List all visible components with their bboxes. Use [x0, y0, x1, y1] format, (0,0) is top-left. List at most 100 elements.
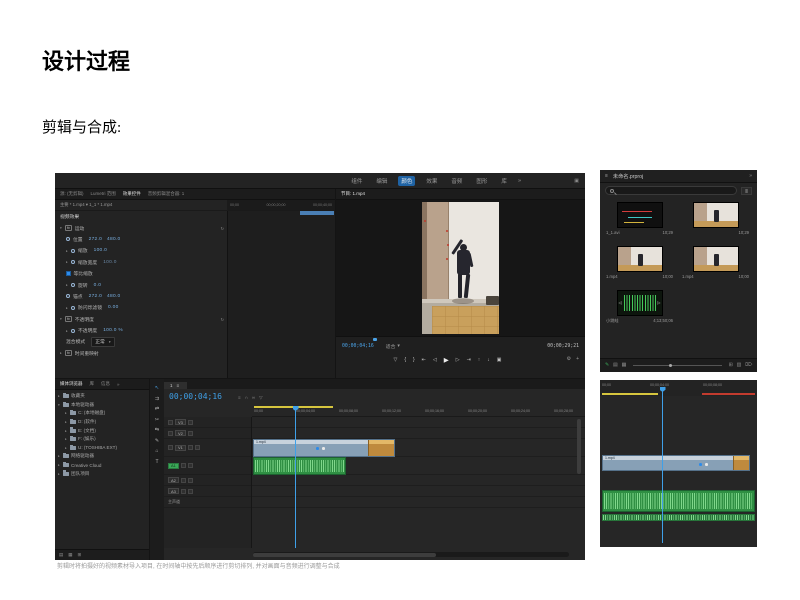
track-label[interactable]: V2: [175, 430, 186, 436]
track-lock-icon[interactable]: [168, 445, 173, 450]
track-label-targeted[interactable]: A1: [168, 462, 179, 469]
track-mute-icon[interactable]: [180, 477, 186, 483]
track-lock-icon[interactable]: [168, 430, 173, 436]
clip-thumbnail-audio[interactable]: ◁ ▷: [616, 290, 663, 316]
reset-icon[interactable]: ↻: [221, 317, 224, 322]
panel-menu-icon[interactable]: ≡: [177, 383, 180, 388]
tree-item-drive-c[interactable]: ▸ C: (本地磁盘): [55, 409, 149, 418]
workspace-tab[interactable]: 效果: [423, 176, 440, 186]
track-sync-icon[interactable]: [194, 445, 200, 450]
icon-view-icon[interactable]: ▦: [68, 552, 72, 558]
track-visibility-icon[interactable]: [187, 419, 193, 425]
reset-icon[interactable]: ↻: [221, 226, 224, 231]
zoom-slider[interactable]: [633, 363, 722, 367]
tab-program-monitor[interactable]: 节目: 1.mp4: [341, 191, 365, 197]
work-area-bar[interactable]: [602, 393, 658, 395]
workspace-tab[interactable]: 组件: [348, 176, 365, 186]
prop-scale[interactable]: ▸ 缩放 100.0: [55, 245, 227, 256]
tree-item-team-projects[interactable]: ▸ 团队项目: [55, 469, 149, 478]
stopwatch-icon[interactable]: [66, 237, 70, 242]
track-header-v2[interactable]: V2: [164, 428, 251, 439]
slip-tool-icon[interactable]: ⇆: [155, 427, 159, 433]
track-select-tool-icon[interactable]: ⇉: [155, 396, 159, 402]
track-label[interactable]: V1: [175, 444, 186, 451]
scrollbar-thumb[interactable]: [253, 552, 437, 557]
prop-value[interactable]: 272.0 480.0: [89, 294, 121, 299]
trash-icon[interactable]: ⌦: [745, 363, 752, 368]
current-timecode[interactable]: 00;00;04;16: [342, 344, 374, 349]
project-item-audio[interactable]: ◁ ▷ 小跳蛙 4;13;50;06: [603, 290, 676, 324]
clip-thumbnail-video[interactable]: [692, 246, 739, 272]
stopwatch-icon[interactable]: [66, 294, 70, 299]
add-marker-icon[interactable]: ▽: [259, 395, 262, 401]
prop-position[interactable]: 位置 272.0 480.0: [55, 234, 227, 245]
keyframe-lane[interactable]: [227, 211, 335, 378]
track-mute-icon[interactable]: [180, 463, 186, 468]
track-solo-icon[interactable]: [187, 488, 193, 494]
track-solo-icon[interactable]: [187, 477, 193, 483]
audio-next-icon[interactable]: ▷: [657, 300, 660, 305]
project-item[interactable]: 1_1.avi 10;29: [603, 202, 676, 235]
project-item[interactable]: 1.mp4 10;00: [679, 246, 752, 279]
program-monitor-view[interactable]: [336, 200, 585, 336]
track-label[interactable]: A3: [168, 488, 179, 494]
linked-selection-icon[interactable]: ∞: [252, 395, 255, 401]
audio-prev-icon[interactable]: ◁: [619, 300, 622, 305]
prop-value[interactable]: 0.0: [94, 283, 102, 288]
track-label[interactable]: A2: [168, 477, 179, 483]
button-editor-icon[interactable]: +: [576, 356, 579, 362]
snap-icon[interactable]: ∩: [245, 395, 248, 401]
tree-item-drive-d[interactable]: ▸ D: (软件): [55, 418, 149, 427]
track-lane-v3[interactable]: [252, 417, 585, 428]
stopwatch-icon[interactable]: [71, 328, 75, 333]
track-mute-icon[interactable]: [180, 488, 186, 494]
ripple-edit-tool-icon[interactable]: ⇄: [155, 406, 159, 412]
prop-value[interactable]: 100.0 %: [103, 328, 123, 333]
track-solo-icon[interactable]: [187, 463, 193, 468]
stopwatch-icon[interactable]: [71, 260, 75, 265]
stopwatch-icon[interactable]: [71, 305, 75, 310]
workspace-tab[interactable]: 图形: [473, 176, 490, 186]
new-item-icon[interactable]: ⊞: [729, 363, 733, 368]
sequence-tab[interactable]: 1 ≡: [164, 382, 188, 389]
horizontal-scrollbar[interactable]: [253, 552, 569, 557]
video-clip[interactable]: 1.mp4: [602, 455, 750, 471]
track-header-v3[interactable]: V3: [164, 417, 251, 428]
effect-controls-ruler[interactable]: 00;00 00;00;20;00 00;00;40;00: [227, 200, 335, 211]
panel-menu-icon[interactable]: ≡: [605, 173, 608, 179]
tab-audio-clip-mixer[interactable]: 音频剪辑混合器: 1: [148, 191, 185, 197]
workspace-tab-active[interactable]: 颜色: [398, 175, 416, 186]
go-to-out-icon[interactable]: ⇥: [467, 357, 471, 363]
workspace-menu-icon[interactable]: ▣: [574, 178, 579, 184]
mini-timeline-ruler[interactable]: 00;00 00;00;04;00 00;00;08;00: [600, 382, 757, 392]
panel-overflow-icon[interactable]: »: [749, 173, 752, 179]
tree-item-creative-cloud[interactable]: ▸ Creative Cloud: [55, 461, 149, 470]
edit-icon[interactable]: ✎: [605, 363, 609, 368]
selection-tool-icon[interactable]: ↖: [155, 385, 159, 391]
project-search-input[interactable]: [605, 186, 737, 195]
timeline-playhead[interactable]: [295, 407, 296, 548]
track-lane-master[interactable]: [252, 497, 585, 508]
checkbox-checked-icon[interactable]: [66, 271, 71, 276]
clip-thumbnail-video[interactable]: [692, 202, 739, 228]
icon-view-icon[interactable]: ▦: [622, 363, 627, 368]
play-icon[interactable]: ▶: [444, 356, 449, 364]
zoom-slider-knob[interactable]: [668, 363, 673, 367]
track-visibility-icon[interactable]: [187, 430, 193, 436]
step-back-icon[interactable]: ◁: [433, 357, 437, 363]
razor-tool-icon[interactable]: ✂: [155, 417, 159, 423]
lift-icon[interactable]: ↑: [478, 357, 481, 363]
prop-value[interactable]: 0.00: [108, 305, 119, 310]
track-header-a3[interactable]: A3: [164, 486, 251, 497]
track-lane-a2[interactable]: [252, 475, 585, 486]
mini-timeline-playhead[interactable]: [662, 388, 663, 543]
tab-source-monitor[interactable]: 源: (无剪辑): [60, 191, 84, 197]
prop-value[interactable]: 272.0 480.0: [89, 237, 121, 242]
tree-item-drive-e[interactable]: ▸ E: (文档): [55, 426, 149, 435]
tree-item-favorites[interactable]: ▸ 收藏夹: [55, 392, 149, 401]
extract-icon[interactable]: ↓: [487, 357, 490, 363]
track-header-a2[interactable]: A2: [164, 475, 251, 486]
hand-tool-icon[interactable]: ⌂: [155, 448, 158, 454]
effect-motion[interactable]: ▾ fx 运动 ↻: [55, 222, 227, 233]
track-header-a1[interactable]: A1: [164, 457, 251, 475]
